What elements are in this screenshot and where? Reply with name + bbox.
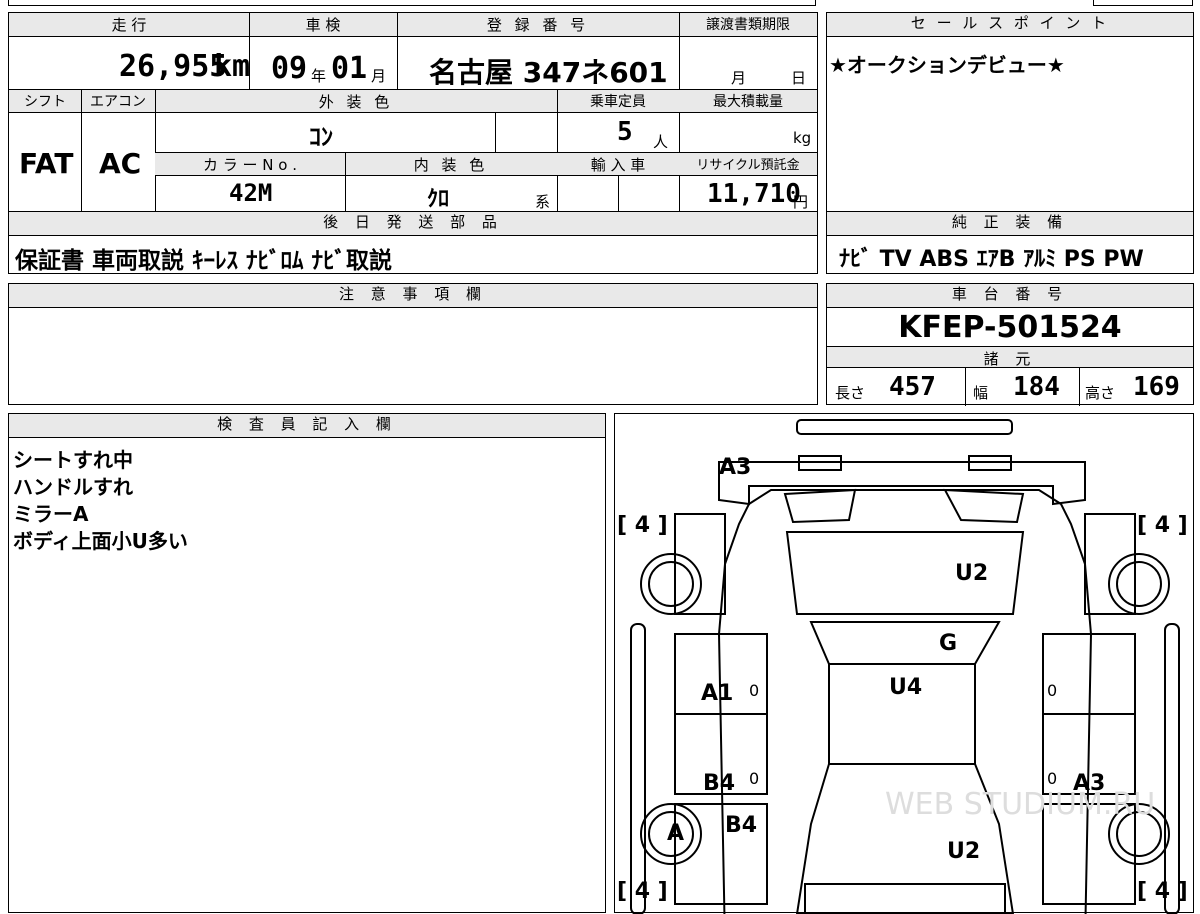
length-label: 長さ xyxy=(835,384,866,402)
inspector-line-4: ボディ上面小U多い xyxy=(13,529,188,553)
zero-mark-4: 0 xyxy=(1047,769,1057,788)
later-parts-header: 後 日 発 送 部 品 xyxy=(9,212,817,236)
inspection-year: 09 xyxy=(271,51,308,86)
exterior-color-header: 外 装 色 xyxy=(318,93,394,111)
notes-box: 注 意 事 項 欄 xyxy=(8,283,818,405)
width-label: 幅 xyxy=(973,384,989,402)
registration-header: 登 録 番 号 xyxy=(486,16,590,34)
max-load-unit: kg xyxy=(793,129,812,147)
inspection-month-unit: 月 xyxy=(371,67,387,85)
mileage-header: 走 行 xyxy=(111,16,147,34)
shift-value: FAT xyxy=(19,147,74,180)
genuine-equipment-header: 純 正 装 備 xyxy=(827,212,1193,236)
color-no-value: 42M xyxy=(229,179,273,207)
transfer-day-unit: 日 xyxy=(791,69,807,87)
tire-front-right: [ 4 ] xyxy=(1137,513,1188,538)
notes-header: 注 意 事 項 欄 xyxy=(9,284,817,308)
aircon-value: AC xyxy=(99,147,142,180)
inspector-line-2: ハンドルすれ xyxy=(13,475,133,499)
zero-mark-1: 0 xyxy=(749,681,759,700)
inspector-line-1: シートすれ中 xyxy=(13,448,133,472)
inspection-month: 01 xyxy=(331,51,368,86)
later-parts-text: 保証書 車両取説 ｷｰﾚｽ ﾅﾋﾞﾛﾑ ﾅﾋﾞ取説 xyxy=(15,248,393,274)
vehicle-info-table: 走 行 車 検 登 録 番 号 譲渡書類期限 26,955 km 09 年 01… xyxy=(8,12,818,213)
license-plate: 名古屋 347ネ601 xyxy=(429,56,668,89)
top-cutoff-strip xyxy=(8,0,1193,6)
recycle-fee-value: 11,710 xyxy=(707,179,801,209)
zero-mark-2: 0 xyxy=(1047,681,1057,700)
height-value: 169 xyxy=(1133,372,1180,402)
capacity-header: 乗車定員 xyxy=(590,94,646,110)
import-header: 輸 入 車 xyxy=(590,156,646,174)
mark-rear-wheel-left: A xyxy=(667,821,684,846)
tire-rear-left: [ 4 ] xyxy=(617,879,668,904)
height-label: 高さ xyxy=(1085,384,1116,402)
genuine-equipment-text: ﾅﾋﾞ TV ABS ｴｱB ｱﾙﾐ PS PW xyxy=(839,247,1144,272)
capacity-value: 5 xyxy=(617,117,633,147)
mark-rear-left-fender: B4 xyxy=(725,813,757,838)
inspection-header: 車 検 xyxy=(305,16,341,34)
inspection-year-unit: 年 xyxy=(311,67,327,85)
interior-color-unit: 系 xyxy=(535,193,551,211)
tire-front-left: [ 4 ] xyxy=(617,513,668,538)
capacity-unit: 人 xyxy=(653,133,669,151)
car-outline: WEB STUDIUM.RU A3 U2 G U4 A1 B4 B4 A3 A … xyxy=(617,419,1188,914)
chassis-header: 車 台 番 号 xyxy=(827,284,1193,308)
color-no-header: カ ラ ー N o . xyxy=(202,156,297,174)
mark-windshield: G xyxy=(939,631,957,656)
mark-bonnet: U2 xyxy=(955,561,988,586)
chassis-number: KFEP-501524 xyxy=(898,310,1122,345)
width-value: 184 xyxy=(1013,372,1060,402)
sales-point-text: ★オークションデビュー★ xyxy=(829,53,1065,77)
max-load-header: 最大積載量 xyxy=(713,94,783,110)
transfer-deadline-header: 譲渡書類期限 xyxy=(706,17,790,33)
transfer-month-unit: 月 xyxy=(731,69,747,87)
chassis-box: 車 台 番 号 KFEP-501524 諸 元 長さ 457 幅 184 高さ … xyxy=(826,283,1194,406)
watermark: WEB STUDIUM.RU xyxy=(885,787,1155,822)
mark-front-left-door: A1 xyxy=(701,681,733,706)
zero-mark-3: 0 xyxy=(749,769,759,788)
mileage-unit: km xyxy=(214,49,251,84)
recycle-fee-unit: 円 xyxy=(793,193,809,211)
length-value: 457 xyxy=(889,372,936,402)
sales-point-box: セ ー ル ス ポ イ ン ト ★オークションデビュー★ xyxy=(826,12,1194,212)
mileage-value: 26,955 xyxy=(119,49,228,84)
interior-color-header: 内 装 色 xyxy=(413,156,489,174)
mark-front-bumper: A3 xyxy=(719,455,751,480)
exterior-color-value: ｺﾝ xyxy=(309,123,333,151)
genuine-equipment-box: 純 正 装 備 ﾅﾋﾞ TV ABS ｴｱB ｱﾙﾐ PS PW xyxy=(826,211,1194,274)
shift-header: シフト xyxy=(24,94,66,110)
inspector-box: 検 査 員 記 入 欄 シートすれ中 ハンドルすれ ミラーA ボディ上面小U多い xyxy=(8,413,606,913)
mark-roof: U4 xyxy=(889,675,922,700)
later-parts-box: 後 日 発 送 部 品 保証書 車両取説 ｷｰﾚｽ ﾅﾋﾞﾛﾑ ﾅﾋﾞ取説 xyxy=(8,211,818,274)
specs-header: 諸 元 xyxy=(983,350,1037,368)
inspector-line-3: ミラーA xyxy=(13,502,89,526)
car-damage-diagram: WEB STUDIUM.RU A3 U2 G U4 A1 B4 B4 A3 A … xyxy=(614,413,1194,914)
mark-tailgate: U2 xyxy=(947,839,980,864)
recycle-fee-header: リサイクル預託金 xyxy=(696,158,800,173)
tire-rear-right: [ 4 ] xyxy=(1137,879,1188,904)
aircon-header: エアコン xyxy=(90,94,146,110)
interior-color-value: ｸﾛ xyxy=(427,187,450,212)
inspector-header: 検 査 員 記 入 欄 xyxy=(9,414,605,438)
mark-rear-right-door: A3 xyxy=(1073,771,1105,796)
sales-point-header: セ ー ル ス ポ イ ン ト xyxy=(827,13,1193,37)
mark-rear-left-door: B4 xyxy=(703,771,735,796)
